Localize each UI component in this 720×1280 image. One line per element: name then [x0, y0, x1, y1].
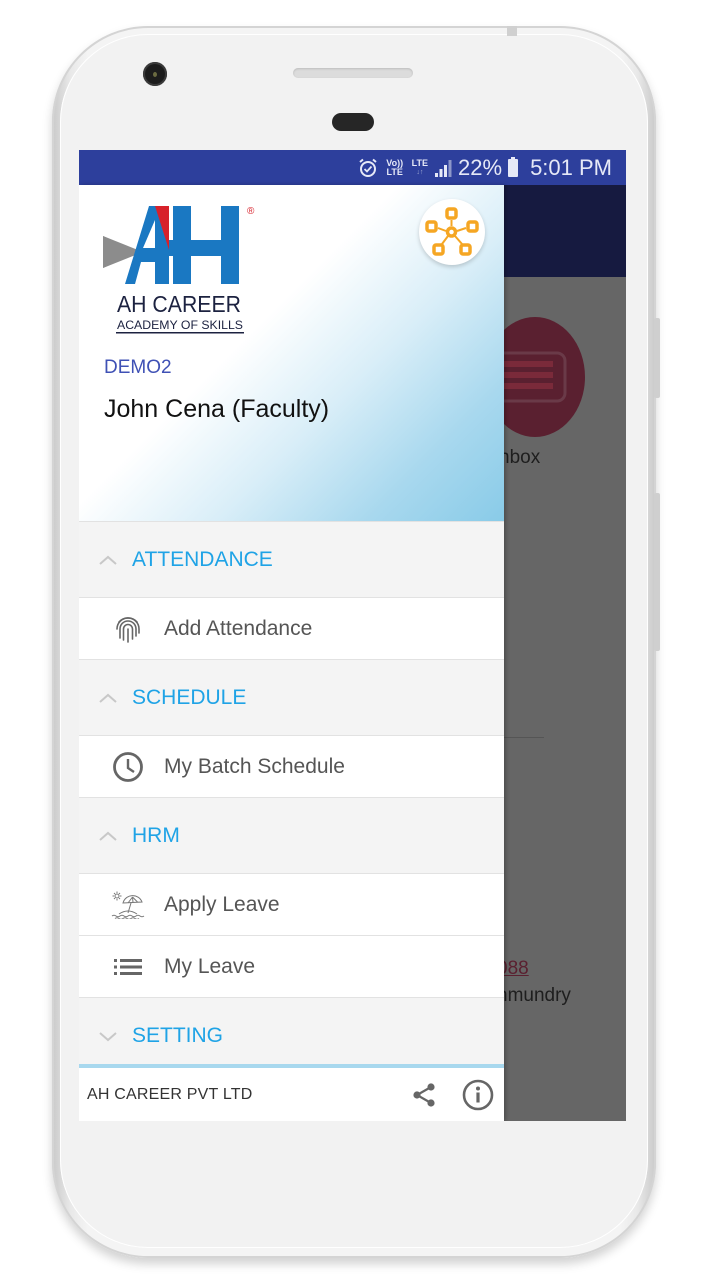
battery-icon [508, 156, 520, 177]
navigation-drawer: ® AH CAREER ACADEMY OF SKILLS DEMO2 John… [79, 185, 504, 1121]
svg-text:AH CAREER: AH CAREER [117, 291, 241, 317]
beach-umbrella-icon [79, 891, 164, 919]
share-button[interactable] [404, 1075, 444, 1115]
chevron-up-icon [79, 692, 132, 704]
fingerprint-icon [79, 614, 164, 644]
clock-icon [79, 751, 164, 783]
menu-item-label: Apply Leave [164, 892, 280, 916]
user-name: John Cena (Faculty) [104, 395, 330, 423]
section-label: SETTING [132, 1024, 224, 1047]
earpiece-speaker [293, 68, 413, 78]
drawer-footer: AH CAREER PVT LTD [79, 1068, 504, 1121]
svg-text:®: ® [247, 206, 255, 217]
clock-time: 5:01 PM [530, 154, 612, 180]
info-icon [462, 1079, 494, 1110]
info-button[interactable] [458, 1075, 498, 1115]
menu-item-my-leave[interactable]: My Leave [79, 936, 504, 998]
section-label: ATTENDANCE [132, 547, 273, 571]
company-logo: ® AH CAREER ACADEMY OF SKILLS [103, 206, 255, 334]
section-label: SCHEDULE [132, 685, 247, 709]
front-camera [143, 62, 167, 86]
lte-icon: LTE ↓↑ [411, 157, 429, 176]
switch-organization-button[interactable] [419, 199, 485, 265]
menu-item-apply-leave[interactable]: Apply Leave [79, 874, 504, 936]
menu-item-label: Add Attendance [164, 616, 313, 640]
section-setting[interactable]: SETTING [79, 998, 504, 1074]
list-icon [79, 958, 164, 975]
chevron-down-icon [79, 1030, 132, 1042]
proximity-sensor [332, 113, 374, 131]
status-bar: Vo)) LTE LTE ↓↑ 22% 5:01 PM [79, 150, 626, 185]
section-hrm[interactable]: HRM [79, 798, 504, 874]
chevron-up-icon [79, 830, 132, 842]
menu-item-my-batch-schedule[interactable]: My Batch Schedule [79, 736, 504, 798]
menu-item-label: My Batch Schedule [164, 754, 345, 778]
volte-icon: Vo)) LTE [386, 157, 404, 177]
background-inbox-label: nbox [499, 447, 541, 468]
section-label: HRM [132, 823, 180, 847]
background-city-text: nmundry [497, 985, 571, 1006]
company-name: AH CAREER PVT LTD [87, 1085, 253, 1103]
screen: nbox 088 nmundry Vo)) LTE LTE ↓↑ 22% 5:0… [79, 150, 626, 1121]
phone-power-button [654, 493, 660, 651]
organization-label: DEMO2 [104, 357, 172, 378]
phone-top-notch [507, 26, 517, 36]
menu-item-label: My Leave [164, 954, 256, 978]
network-hub-icon [425, 207, 479, 256]
phone-volume-button [654, 318, 660, 398]
svg-text:ACADEMY OF SKILLS: ACADEMY OF SKILLS [117, 318, 243, 332]
drawer-menu: ATTENDANCE Add Attendance SCHEDULE My Ba… [79, 522, 504, 1074]
section-attendance[interactable]: ATTENDANCE [79, 522, 504, 598]
section-schedule[interactable]: SCHEDULE [79, 660, 504, 736]
menu-item-add-attendance[interactable]: Add Attendance [79, 598, 504, 660]
battery-percent: 22% [458, 154, 503, 180]
alarm-icon [358, 158, 378, 178]
signal-icon [434, 159, 452, 177]
drawer-header: ® AH CAREER ACADEMY OF SKILLS DEMO2 John… [79, 185, 504, 522]
share-icon [413, 1082, 435, 1107]
chevron-up-icon [79, 554, 132, 566]
